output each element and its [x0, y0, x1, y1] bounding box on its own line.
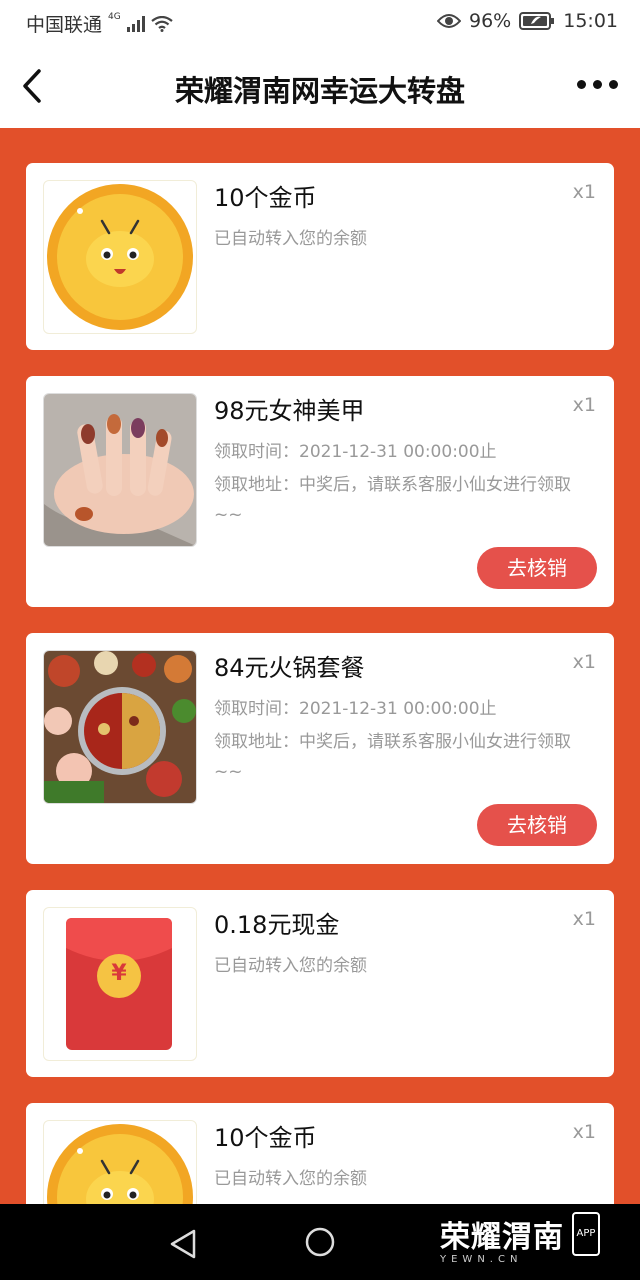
hotpot-photo	[43, 650, 197, 804]
manicure-photo	[43, 393, 197, 547]
gold-coin-icon	[43, 1120, 197, 1204]
redeem-button[interactable]: 去核销	[477, 547, 597, 589]
claim-time-value: 2021-12-31 00:00:00止	[299, 699, 497, 719]
prize-title: 0.18元现金	[214, 911, 340, 939]
watermark-text: 荣耀渭南	[440, 1220, 564, 1255]
page-title: 荣耀渭南网幸运大转盘	[174, 74, 465, 108]
gold-coin-icon	[43, 180, 197, 334]
wifi-icon	[151, 15, 173, 32]
claim-time: 领取时间：2021-12-31 00:00:00止	[214, 437, 594, 467]
clock: 15:01	[563, 10, 618, 32]
signal-icon	[126, 15, 145, 32]
claim-time-label: 领取时间：	[214, 442, 299, 462]
battery-icon	[519, 12, 555, 30]
prize-title: 10个金币	[214, 1124, 317, 1152]
network-type: 4G	[108, 11, 121, 22]
claim-time-value: 2021-12-31 00:00:00止	[299, 442, 497, 462]
prize-title: 98元女神美甲	[214, 397, 365, 425]
carrier-label: 中国联通	[26, 14, 103, 36]
back-triangle-icon[interactable]	[168, 1228, 198, 1260]
prize-card: ¥ 0.18元现金 x1 已自动转入您的余额	[26, 890, 614, 1077]
watermark-app-badge: APP	[572, 1212, 600, 1256]
yuan-symbol: ¥	[111, 961, 127, 986]
watermark-domain: YEWN.CN	[440, 1254, 523, 1265]
system-nav-bar: 荣耀渭南 YEWN.CN APP	[0, 1204, 640, 1280]
prize-quantity: x1	[572, 908, 596, 930]
prize-title: 84元火锅套餐	[214, 654, 365, 682]
prize-card: 84元火锅套餐 x1 领取时间：2021-12-31 00:00:00止 领取地…	[26, 633, 614, 864]
watermark-logo: 荣耀渭南 YEWN.CN	[440, 1212, 564, 1265]
prize-list[interactable]: 10个金币 x1 已自动转入您的余额 98元女神美甲 x1 领取时间：2021-…	[0, 128, 640, 1204]
prize-quantity: x1	[572, 394, 596, 416]
prize-card: 98元女神美甲 x1 领取时间：2021-12-31 00:00:00止 领取地…	[26, 376, 614, 607]
prize-quantity: x1	[572, 181, 596, 203]
prize-card: 10个金币 x1 已自动转入您的余额	[26, 1103, 614, 1204]
claim-time-label: 领取时间：	[214, 699, 299, 719]
prize-title: 10个金币	[214, 184, 317, 212]
home-circle-icon[interactable]	[304, 1226, 336, 1258]
prize-card: 10个金币 x1 已自动转入您的余额	[26, 163, 614, 350]
prize-quantity: x1	[572, 1121, 596, 1143]
red-envelope-icon: ¥	[43, 907, 197, 1061]
claim-address-label: 领取地址：	[214, 475, 299, 495]
battery-percent: 96%	[469, 10, 512, 32]
prize-quantity: x1	[572, 651, 596, 673]
prize-description: 已自动转入您的余额	[214, 229, 367, 249]
prize-description: 已自动转入您的余额	[214, 956, 367, 976]
claim-address: 领取地址：中奖后，请联系客服小仙女进行领取~~	[214, 727, 594, 787]
claim-address: 领取地址：中奖后，请联系客服小仙女进行领取~~	[214, 470, 594, 530]
redeem-button[interactable]: 去核销	[477, 804, 597, 846]
eye-icon	[437, 14, 461, 28]
status-bar: 中国联通 4G 96% 15:01	[0, 0, 640, 44]
nav-bar: 荣耀渭南网幸运大转盘	[0, 44, 640, 128]
claim-address-label: 领取地址：	[214, 732, 299, 752]
prize-description: 已自动转入您的余额	[214, 1169, 367, 1189]
more-options-icon[interactable]	[577, 80, 618, 89]
claim-time: 领取时间：2021-12-31 00:00:00止	[214, 694, 594, 724]
